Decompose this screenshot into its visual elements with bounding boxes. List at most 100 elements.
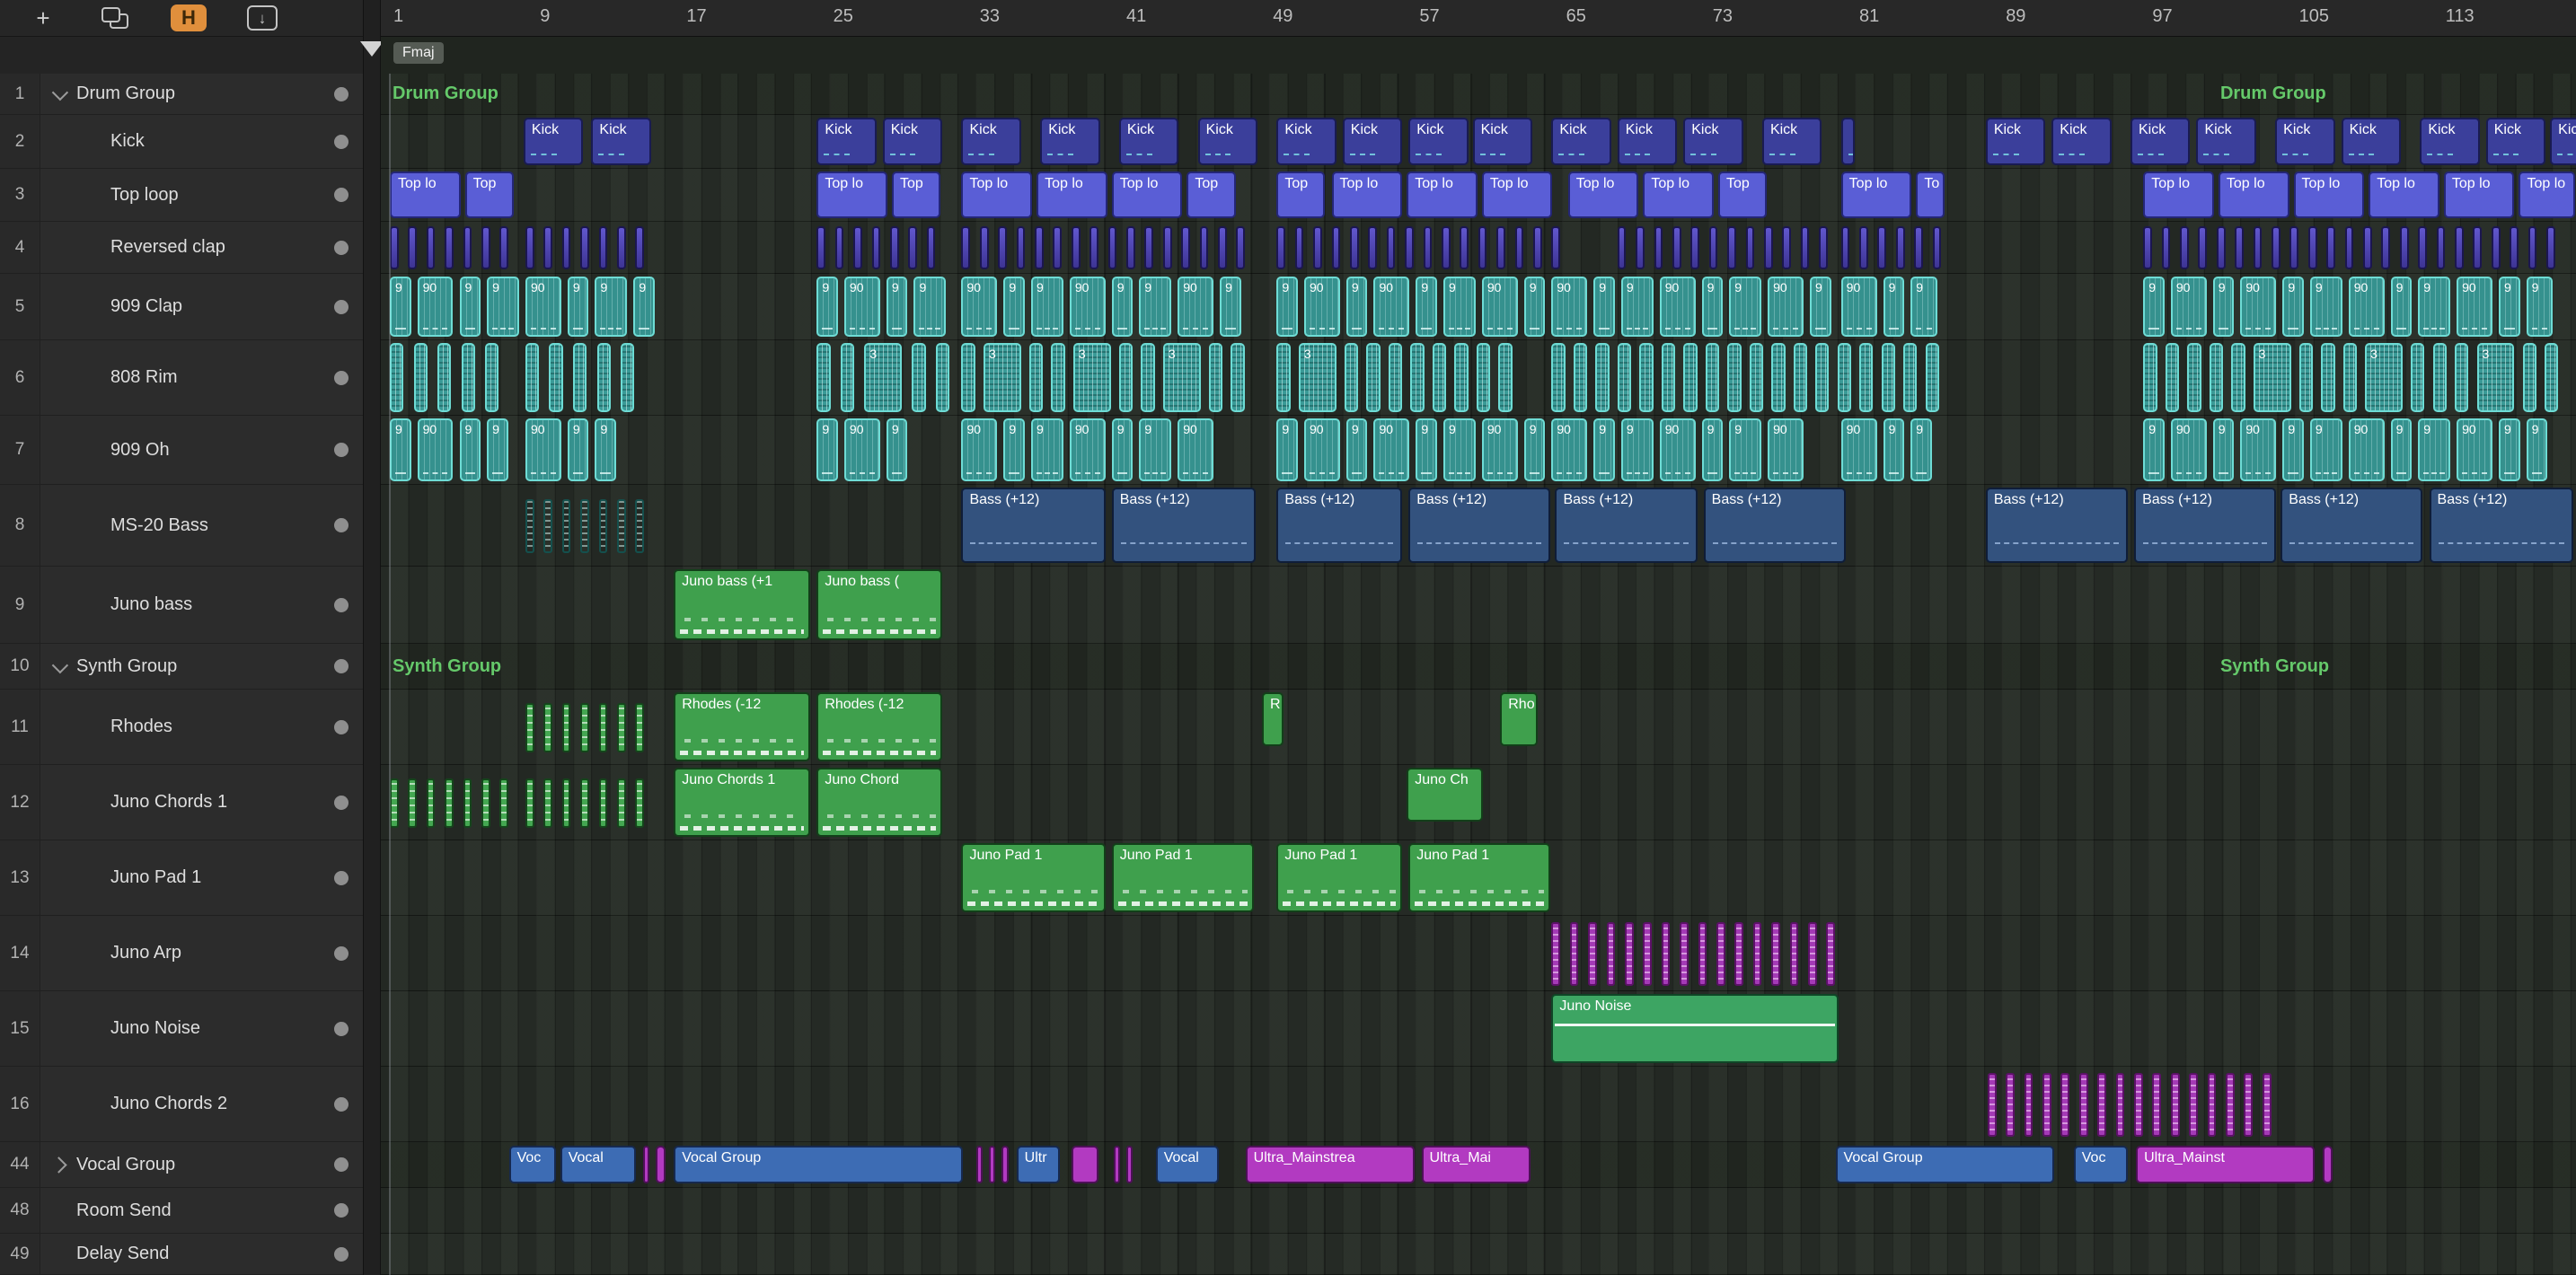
region[interactable] [561,703,571,752]
region[interactable]: 90 [1178,277,1214,337]
region[interactable] [1368,226,1377,269]
region[interactable] [2226,1073,2235,1137]
region[interactable] [616,703,626,752]
region[interactable] [561,778,571,828]
region[interactable]: 90 [1551,277,1588,337]
region[interactable] [1126,1146,1134,1183]
track-header[interactable]: 49 Delay Send [0,1234,363,1275]
region[interactable]: 90 [1373,277,1410,337]
region[interactable]: 3 [2365,343,2403,412]
region[interactable]: Kick [523,118,584,165]
region[interactable] [2134,1073,2143,1137]
track-state-dot[interactable] [334,188,348,202]
region[interactable] [1532,226,1542,269]
region[interactable] [1749,343,1764,412]
region[interactable] [1807,922,1817,986]
panel-divider[interactable] [360,0,384,1275]
region[interactable] [580,703,589,752]
region[interactable]: 9 [2282,418,2304,481]
region[interactable]: 3 [1298,343,1337,412]
track-state-dot[interactable] [334,518,348,532]
region[interactable]: 9 [1111,418,1134,481]
region[interactable] [561,499,571,553]
region[interactable] [1771,922,1780,986]
region[interactable] [1705,343,1720,412]
region[interactable] [525,226,534,269]
region[interactable] [598,226,608,269]
region[interactable]: Top lo [1840,171,1912,218]
region[interactable]: 9 [2499,277,2520,337]
region[interactable]: 9 [633,277,655,337]
region[interactable]: 90 [1178,418,1214,481]
track-state-dot[interactable] [334,134,348,149]
region[interactable]: 9 [2418,277,2451,337]
region[interactable]: Kick [2051,118,2112,165]
region[interactable]: 9 [1523,277,1546,337]
region[interactable] [437,343,452,412]
region[interactable]: 9 [1111,277,1134,337]
region[interactable]: Ultr [1016,1146,1060,1183]
region[interactable]: 90 [1303,418,1340,481]
region[interactable]: 9 [1593,277,1615,337]
region[interactable]: 90 [525,418,561,481]
region[interactable]: Juno Chord [816,768,943,837]
region[interactable]: Top lo [1643,171,1714,218]
region[interactable]: Rho [1500,692,1539,746]
marker-fmaj[interactable]: Fmaj [393,42,444,64]
region[interactable]: Top lo [1567,171,1639,218]
region[interactable]: 90 [525,277,561,337]
region[interactable] [1569,922,1579,986]
region[interactable] [1624,922,1634,986]
region[interactable]: 90 [2457,418,2492,481]
region[interactable]: 9 [1345,277,1368,337]
region[interactable] [481,226,490,269]
region[interactable] [1819,226,1828,269]
region[interactable] [616,226,626,269]
region[interactable] [445,778,454,828]
region[interactable]: Rhodes (-12 [674,692,811,761]
track-state-dot[interactable] [334,370,348,385]
region[interactable]: Kick [1408,118,1469,165]
track-header[interactable]: 15 Juno Noise [0,991,363,1067]
region[interactable]: 9 [487,277,519,337]
region[interactable] [549,343,563,412]
region[interactable]: Top lo [1331,171,1403,218]
region[interactable] [580,226,589,269]
region[interactable] [580,499,589,553]
region[interactable]: Top [891,171,941,218]
track-header[interactable]: 44 Vocal Group [0,1142,363,1188]
region[interactable] [2411,343,2425,412]
disclosure-chevron-icon[interactable] [40,656,76,673]
region[interactable]: 90 [1481,418,1518,481]
track-header[interactable]: 3 Top loop [0,169,363,222]
region[interactable] [979,226,989,269]
region[interactable]: Bass (+12) [961,488,1106,563]
region[interactable] [1793,343,1807,412]
region[interactable]: 9 [1810,277,1831,337]
region[interactable]: 9 [1729,277,1761,337]
region[interactable] [1090,226,1098,269]
region[interactable] [1441,226,1451,269]
region[interactable] [2024,1073,2033,1137]
track-header[interactable]: 5 909 Clap [0,274,363,340]
region[interactable]: 9 [1910,277,1937,337]
track-header[interactable]: 1 Drum Group [0,74,363,115]
region[interactable]: 9 [1729,418,1761,481]
region[interactable] [1331,226,1341,269]
region[interactable] [2262,1073,2272,1137]
region[interactable]: 90 [1069,418,1106,481]
region[interactable]: Kick [591,118,651,165]
region[interactable]: 9 [1620,277,1654,337]
region[interactable] [561,226,571,269]
region[interactable]: 9 [1593,418,1615,481]
track-state-dot[interactable] [334,1203,348,1218]
region[interactable] [2272,226,2280,269]
region[interactable]: 9 [567,277,589,337]
region[interactable]: Kick [961,118,1021,165]
region[interactable]: 9 [567,418,589,481]
region[interactable] [635,226,644,269]
region[interactable]: Kick [2341,118,2401,165]
region[interactable] [413,343,428,412]
region[interactable] [2165,343,2180,412]
region[interactable]: Juno Pad 1 [1408,843,1551,912]
